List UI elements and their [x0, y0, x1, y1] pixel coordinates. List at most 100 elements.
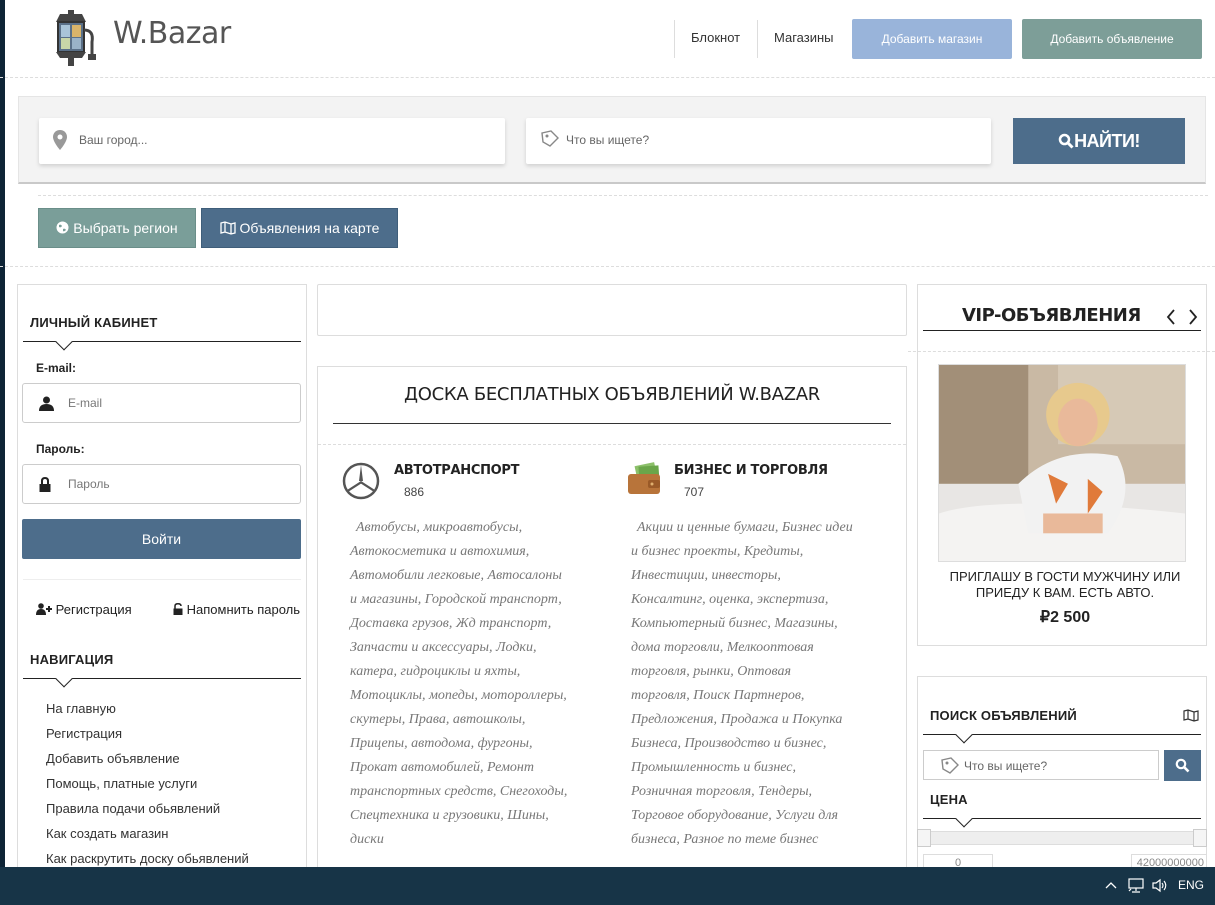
- nav-item-register[interactable]: Регистрация: [46, 726, 122, 741]
- subcat-line[interactable]: Акции и ценные бумаги, Бизнес идеи: [631, 516, 891, 540]
- vip-ad-caption[interactable]: ПРИГЛАШУ В ГОСТИ МУЖЧИНУ ИЛИ ПРИЕДУ К ВА…: [938, 569, 1192, 601]
- category-title-auto[interactable]: АВТОТРАНСПОРТ: [394, 463, 520, 478]
- search-panel: Ваш город... Что вы ищете? НАЙТИ!: [18, 96, 1206, 184]
- shops-link[interactable]: Магазины: [757, 20, 850, 58]
- ad-search-button[interactable]: [1164, 750, 1201, 781]
- network-icon[interactable]: [1128, 878, 1144, 893]
- category-subcats-business: Акции и ценные бумаги, Бизнес идеи и биз…: [631, 516, 891, 852]
- nav-item-rules[interactable]: Правила подачи обьявлений: [46, 801, 220, 816]
- subcat-line[interactable]: Розничная торговля, Тендеры,: [631, 780, 891, 804]
- subcat-line[interactable]: Компьютерный бизнес, Магазины,: [631, 612, 891, 636]
- subcat-line[interactable]: скутеры, Права, автошколы,: [350, 708, 600, 732]
- subcat-line[interactable]: Инвестиции, инвесторы,: [631, 564, 891, 588]
- chevron-up-icon[interactable]: [1105, 880, 1117, 890]
- chevron-left-icon[interactable]: [1165, 308, 1177, 326]
- nav-item-create-shop[interactable]: Как создать магазин: [46, 826, 168, 841]
- banner-placeholder: [317, 284, 907, 336]
- vip-title: VIP-ОБЪЯВЛЕНИЯ: [962, 305, 1141, 326]
- subcat-line[interactable]: Прицепы, автодома, фургоны,: [350, 732, 600, 756]
- subcat-line[interactable]: транспортных средств, Снегоходы,: [350, 780, 600, 804]
- choose-region-button[interactable]: Выбрать регион: [38, 208, 196, 248]
- subcat-line[interactable]: катера, гидроциклы и яхты,: [350, 660, 600, 684]
- nav-item-promote[interactable]: Как раскрутить доску обьявлений: [46, 851, 249, 866]
- subcat-line[interactable]: торговля, Поиск Партнеров,: [631, 684, 891, 708]
- site-header: W.Bazar Блокнот Магазины Добавить магази…: [0, 0, 1215, 78]
- password-placeholder: Пароль: [68, 477, 110, 491]
- subcat-line[interactable]: Бизнеса, Производство и бизнес,: [631, 732, 891, 756]
- find-label: НАЙТИ!: [1074, 131, 1140, 151]
- page: W.Bazar Блокнот Магазины Добавить магази…: [0, 0, 1215, 905]
- register-link[interactable]: Регистрация: [36, 602, 132, 617]
- category-count-auto: 886: [404, 485, 425, 499]
- subcat-line[interactable]: Автобусы, микроавтобусы,: [350, 516, 600, 540]
- subcat-line[interactable]: Промышленность и бизнес,: [631, 756, 891, 780]
- divider: [908, 351, 1215, 352]
- login-button[interactable]: Войти: [22, 519, 301, 559]
- magnifier-icon: [1175, 758, 1190, 773]
- subcat-line[interactable]: и бизнес проекты, Кредиты,: [631, 540, 891, 564]
- price-slider[interactable]: [923, 831, 1201, 845]
- add-shop-button[interactable]: Добавить магазин: [852, 19, 1012, 59]
- query-input[interactable]: Что вы ищете?: [526, 118, 991, 164]
- subcat-line[interactable]: Автокосметика и автохимия,: [350, 540, 600, 564]
- chevron-right-icon[interactable]: [1187, 308, 1199, 326]
- windows-taskbar: ENG: [0, 867, 1215, 905]
- notebook-link[interactable]: Блокнот: [674, 20, 756, 58]
- map-ads-button[interactable]: Объявления на карте: [201, 208, 398, 248]
- map-icon: [219, 221, 236, 235]
- unlock-icon: [173, 603, 183, 615]
- street-lamp-logo-icon[interactable]: [46, 8, 96, 68]
- divider: [38, 195, 1208, 196]
- subcat-line[interactable]: дома торговли, Мелкооптовая: [631, 636, 891, 660]
- subcat-line[interactable]: Консалтинг, оценка, экспертиза,: [631, 588, 891, 612]
- subcat-line[interactable]: Запчасти и аксессуары, Лодки,: [350, 636, 600, 660]
- choose-region-label: Выбрать регион: [73, 220, 178, 236]
- subcat-line[interactable]: и магазины, Городской транспорт,: [350, 588, 600, 612]
- remind-password-link[interactable]: Напомнить пароль: [173, 602, 300, 617]
- divider: [23, 579, 301, 580]
- vip-ad-price: ₽2 500: [1039, 609, 1091, 626]
- subcat-line[interactable]: Прокат автомобилей, Ремонт: [350, 756, 600, 780]
- category-title-business[interactable]: БИЗНЕС И ТОРГОВЛЯ: [674, 463, 828, 478]
- divider: [0, 266, 1215, 267]
- subcat-line[interactable]: Мотоциклы, мопеды, мотороллеры,: [350, 684, 600, 708]
- subcat-line[interactable]: торговля, рынки, Оптовая: [631, 660, 891, 684]
- subcat-line[interactable]: Автомобили легковые, Автосалоны: [350, 564, 600, 588]
- volume-icon[interactable]: [1152, 878, 1168, 893]
- subcat-line[interactable]: бизнеса, Разное по теме бизнес: [631, 828, 891, 852]
- nav-item-home[interactable]: На главную: [46, 701, 116, 716]
- site-logo-text[interactable]: W.Bazar: [113, 16, 231, 51]
- email-label: E-mail:: [36, 361, 77, 375]
- section-rule: [923, 330, 1201, 331]
- subcat-line[interactable]: Торговое оборудование, Услуги для: [631, 804, 891, 828]
- navigation-title: НАВИГАЦИЯ: [30, 652, 114, 667]
- nav-item-help[interactable]: Помощь, платные услуги: [46, 776, 197, 791]
- ad-search-input[interactable]: Что вы ищете?: [923, 750, 1159, 780]
- subcat-line[interactable]: Предложения, Продажа и Покупка: [631, 708, 891, 732]
- title-rule: [333, 423, 891, 424]
- nav-item-add-ad[interactable]: Добавить объявление: [46, 751, 180, 766]
- query-placeholder: Что вы ищете?: [566, 133, 650, 147]
- user-icon: [39, 396, 54, 411]
- remind-password-label: Напомнить пароль: [186, 602, 301, 617]
- subcat-line[interactable]: Доставка грузов, Жд транспорт,: [350, 612, 600, 636]
- category-subcats-auto: Автобусы, микроавтобусы, Автокосметика и…: [350, 516, 600, 852]
- tag-icon: [541, 130, 559, 147]
- email-field[interactable]: E-mail: [22, 383, 301, 423]
- price-slider-max-handle[interactable]: [1193, 829, 1207, 847]
- password-field[interactable]: Пароль: [22, 464, 301, 504]
- map-icon[interactable]: [1183, 709, 1199, 722]
- subcat-line[interactable]: Спецтехника и грузовики, Шины,: [350, 804, 600, 828]
- subcat-line[interactable]: диски: [350, 828, 600, 852]
- wallet-money-icon: [628, 462, 660, 494]
- add-ad-button[interactable]: Добавить объявление: [1022, 19, 1202, 59]
- tag-icon: [941, 757, 959, 774]
- user-plus-icon: [36, 603, 52, 615]
- language-indicator[interactable]: ENG: [1178, 878, 1204, 892]
- ad-search-placeholder: Что вы ищете?: [964, 759, 1048, 773]
- city-input[interactable]: Ваш город...: [39, 118, 505, 164]
- city-placeholder: Ваш город...: [79, 133, 148, 147]
- vip-ad-photo[interactable]: [938, 364, 1186, 562]
- price-slider-min-handle[interactable]: [917, 829, 931, 847]
- find-button[interactable]: НАЙТИ!: [1013, 118, 1185, 164]
